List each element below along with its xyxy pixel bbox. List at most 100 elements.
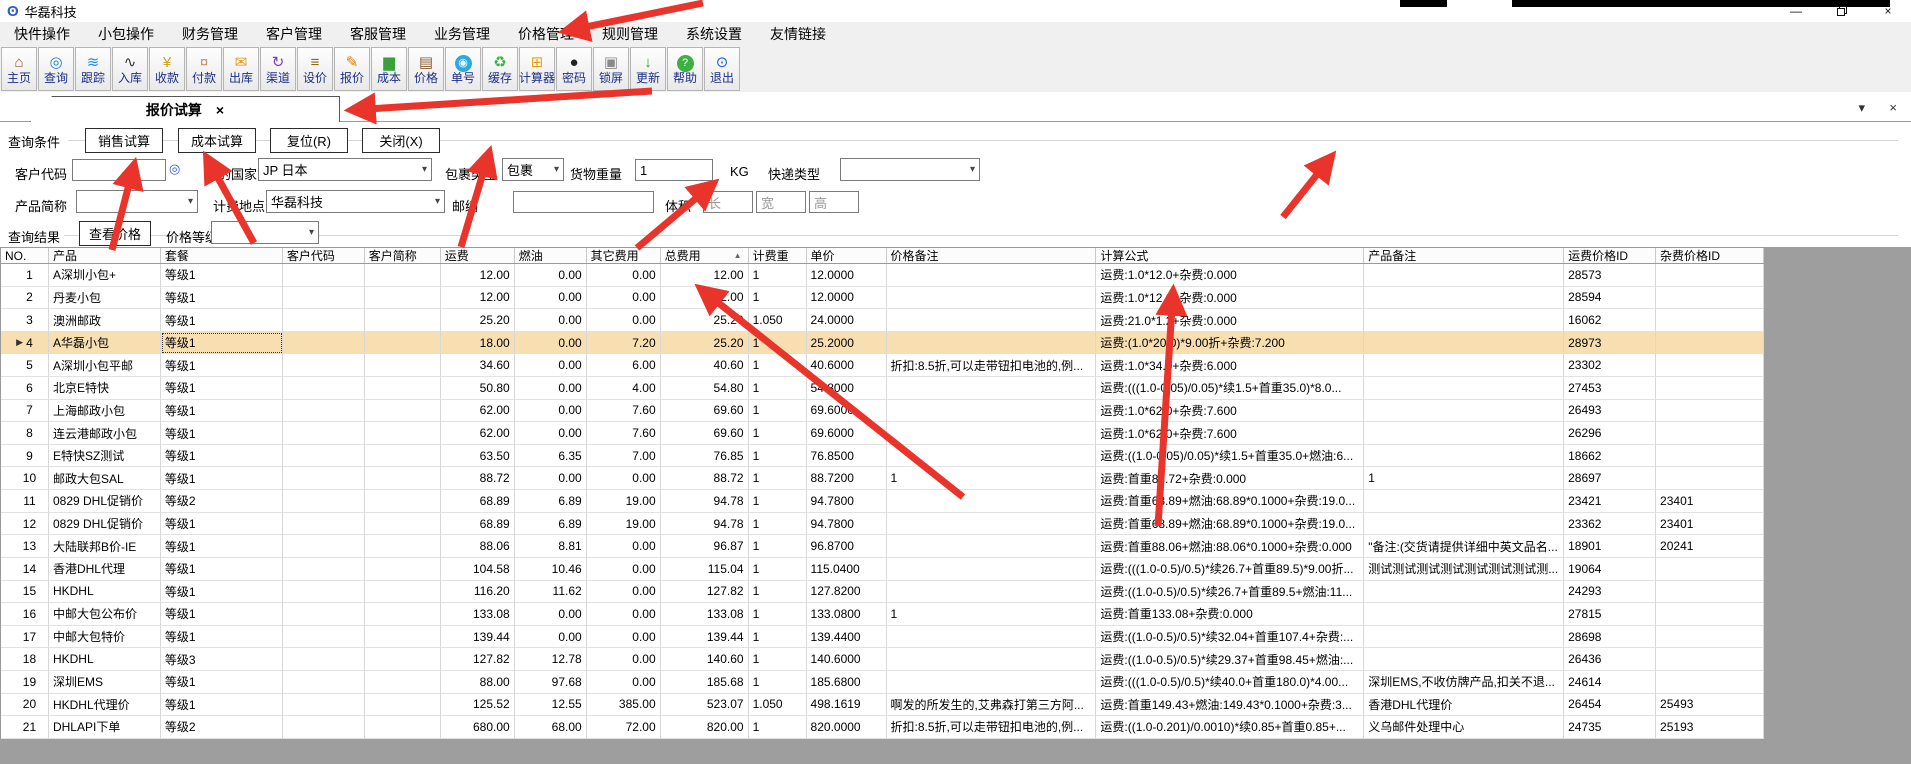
cell-运费[interactable]: 62.00: [441, 400, 515, 423]
cell-杂费价格ID[interactable]: [1656, 422, 1764, 445]
table-row[interactable]: 14香港DHL代理等级1104.5810.460.00115.041115.04…: [1, 558, 1764, 581]
cell-客户简称[interactable]: [365, 467, 441, 490]
cell-客户简称[interactable]: [365, 671, 441, 694]
cell-运费[interactable]: 680.00: [441, 716, 515, 739]
cell-产品[interactable]: 丹麦小包: [49, 287, 161, 310]
cell-客户简称[interactable]: [365, 694, 441, 717]
cell-NO.[interactable]: 11: [1, 490, 49, 513]
table-row[interactable]: 13大陆联邦B价-IE等级188.068.810.0096.87196.8700…: [1, 535, 1764, 558]
table-row[interactable]: 19深圳EMS等级188.0097.680.00185.681185.6800运…: [1, 671, 1764, 694]
cell-燃油[interactable]: 0.00: [515, 626, 587, 649]
cell-杂费价格ID[interactable]: [1656, 581, 1764, 604]
cell-杂费价格ID[interactable]: [1656, 287, 1764, 310]
cell-NO.[interactable]: 12: [1, 513, 49, 536]
cell-燃油[interactable]: 12.78: [515, 648, 587, 671]
track-button[interactable]: ≋跟踪: [75, 47, 111, 91]
table-row[interactable]: 17中邮大包特价等级1139.440.000.00139.441139.4400…: [1, 626, 1764, 649]
column-header-4[interactable]: 客户简称: [365, 248, 441, 263]
cell-客户代码[interactable]: [283, 513, 365, 536]
cell-运费[interactable]: 50.80: [441, 377, 515, 400]
cell-燃油[interactable]: 6.35: [515, 445, 587, 468]
cell-杂费价格ID[interactable]: [1656, 400, 1764, 423]
cell-运费价格ID[interactable]: 28594: [1564, 287, 1656, 310]
cell-NO.[interactable]: 3: [1, 309, 49, 332]
cost-trial-button[interactable]: 成本试算: [178, 128, 256, 153]
cell-运费价格ID[interactable]: 26493: [1564, 400, 1656, 423]
cell-客户代码[interactable]: [283, 716, 365, 739]
menu-item-7[interactable]: 规则管理: [588, 22, 672, 46]
cell-燃油[interactable]: 0.00: [515, 422, 587, 445]
cell-客户简称[interactable]: [365, 490, 441, 513]
password-button[interactable]: ●密码: [556, 47, 592, 91]
dest-country-select[interactable]: JP 日本▾: [258, 158, 432, 181]
cell-NO.[interactable]: 5: [1, 354, 49, 377]
menu-item-1[interactable]: 小包操作: [84, 22, 168, 46]
column-header-2[interactable]: 套餐: [161, 248, 283, 263]
cell-运费价格ID[interactable]: 27815: [1564, 603, 1656, 626]
cell-产品[interactable]: 深圳EMS: [49, 671, 161, 694]
volume-width-input[interactable]: 宽: [756, 191, 806, 213]
tab-list-chevron-icon[interactable]: ▾: [1858, 100, 1865, 116]
cell-杂费价格ID[interactable]: [1656, 377, 1764, 400]
cell-运费[interactable]: 125.52: [441, 694, 515, 717]
close-form-button[interactable]: 关闭(X): [362, 128, 440, 153]
cell-计算公式[interactable]: 运费:((1.0-0.05)/0.05)*续1.5+首重35.0+燃油:6...: [1096, 445, 1364, 468]
cell-NO.[interactable]: 6: [1, 377, 49, 400]
cell-计费重[interactable]: 1: [749, 287, 807, 310]
cell-燃油[interactable]: 0.00: [515, 309, 587, 332]
cell-运费价格ID[interactable]: 24293: [1564, 581, 1656, 604]
cell-计费重[interactable]: 1: [749, 513, 807, 536]
cell-套餐[interactable]: 等级1: [161, 581, 283, 604]
cell-运费价格ID[interactable]: 27453: [1564, 377, 1656, 400]
cell-计费重[interactable]: 1: [749, 332, 807, 355]
cell-运费[interactable]: 25.20: [441, 309, 515, 332]
cell-其它费用[interactable]: 7.60: [587, 400, 661, 423]
cell-单价[interactable]: 139.4400: [807, 626, 887, 649]
cell-总费用[interactable]: 127.82: [661, 581, 749, 604]
cell-产品备注[interactable]: [1364, 309, 1564, 332]
cell-计费重[interactable]: 1: [749, 490, 807, 513]
cell-客户简称[interactable]: [365, 513, 441, 536]
menu-item-5[interactable]: 业务管理: [420, 22, 504, 46]
cell-NO.[interactable]: 9: [1, 445, 49, 468]
cell-客户代码[interactable]: [283, 354, 365, 377]
customer-code-input[interactable]: [72, 159, 166, 181]
cell-套餐[interactable]: 等级1: [161, 535, 283, 558]
cell-计费重[interactable]: 1.050: [749, 694, 807, 717]
column-header-12[interactable]: 计算公式: [1096, 248, 1364, 263]
cell-运费[interactable]: 116.20: [441, 581, 515, 604]
cell-总费用[interactable]: 88.72: [661, 467, 749, 490]
cell-计算公式[interactable]: 运费:首重88.72+杂费:0.000: [1096, 467, 1364, 490]
cell-价格备注[interactable]: [887, 671, 1097, 694]
cell-运费[interactable]: 63.50: [441, 445, 515, 468]
column-header-9[interactable]: 计费重: [749, 248, 807, 263]
cell-NO.[interactable]: 17: [1, 626, 49, 649]
cell-总费用[interactable]: 12.00: [661, 287, 749, 310]
express-type-select[interactable]: ▾: [840, 158, 980, 181]
cell-运费价格ID[interactable]: 28573: [1564, 264, 1656, 287]
cell-运费价格ID[interactable]: 16062: [1564, 309, 1656, 332]
cell-其它费用[interactable]: 0.00: [587, 671, 661, 694]
column-header-7[interactable]: 其它费用: [587, 248, 661, 263]
set-price-button[interactable]: ≡设价: [297, 47, 333, 91]
cell-套餐[interactable]: 等级1: [161, 287, 283, 310]
cell-计算公式[interactable]: 运费:(((1.0-0.5)/0.5)*续40.0+首重180.0)*4.00.…: [1096, 671, 1364, 694]
cell-计算公式[interactable]: 运费:((1.0-0.5)/0.5)*续32.04+首重107.4+杂费:...: [1096, 626, 1364, 649]
cell-套餐[interactable]: 等级1: [161, 626, 283, 649]
help-button[interactable]: ?帮助: [667, 47, 703, 91]
cell-产品备注[interactable]: "备注:(交货请提供详细中英文品名...: [1364, 535, 1564, 558]
cell-燃油[interactable]: 0.00: [515, 467, 587, 490]
column-header-5[interactable]: 运费: [441, 248, 515, 263]
exit-button[interactable]: ⊙退出: [704, 47, 740, 91]
cell-产品备注[interactable]: [1364, 648, 1564, 671]
cell-产品备注[interactable]: [1364, 287, 1564, 310]
tab-panel-close-icon[interactable]: ×: [1889, 100, 1897, 115]
cell-客户代码[interactable]: [283, 581, 365, 604]
cell-单价[interactable]: 94.7800: [807, 490, 887, 513]
cell-总费用[interactable]: 12.00: [661, 264, 749, 287]
table-row[interactable]: 9E特快SZ测试等级163.506.357.0076.85176.8500运费:…: [1, 445, 1764, 468]
cell-运费[interactable]: 88.72: [441, 467, 515, 490]
parcel-type-select[interactable]: 包裹▾: [502, 158, 564, 181]
cell-客户代码[interactable]: [283, 694, 365, 717]
cell-计费重[interactable]: 1: [749, 354, 807, 377]
